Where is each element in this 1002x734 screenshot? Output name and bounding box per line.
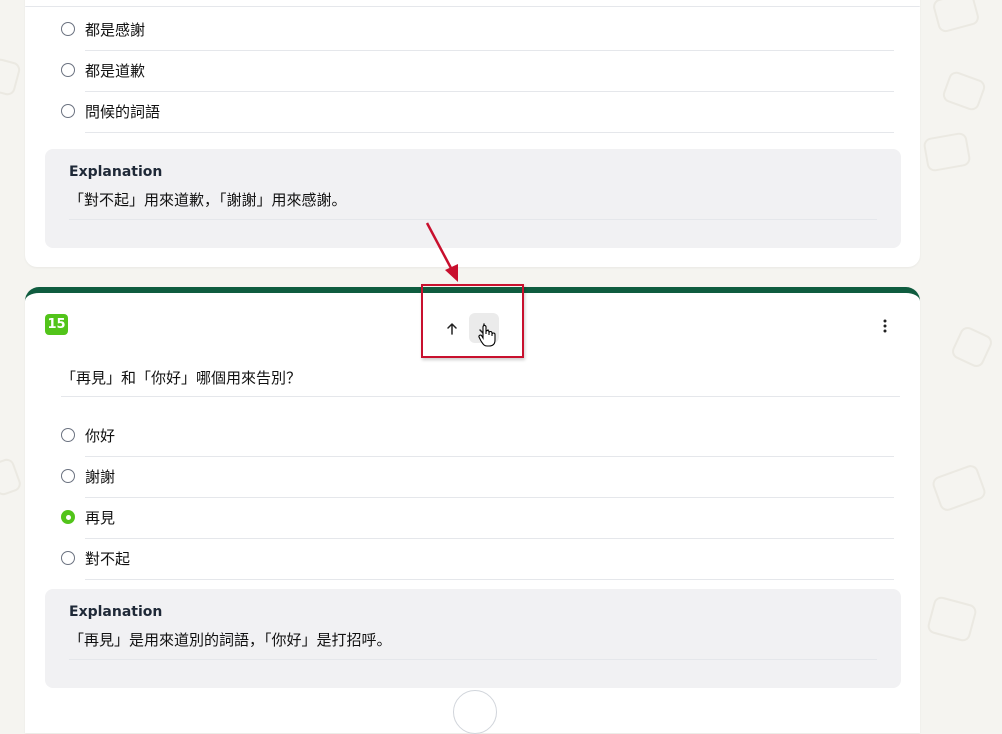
annotation-highlight-box <box>421 284 524 358</box>
background-doodle <box>931 0 981 34</box>
option-label: 你好 <box>85 427 116 445</box>
option-row[interactable]: 都是感謝 <box>61 10 894 51</box>
background-doodle <box>949 324 995 370</box>
radio-button[interactable] <box>61 22 75 36</box>
question-text: 「再見」和「你好」哪個用來告別？ <box>61 369 302 387</box>
divider <box>25 6 920 7</box>
radio-button[interactable] <box>61 104 75 118</box>
hand-cursor-icon <box>478 325 496 347</box>
option-row[interactable]: 謝謝 <box>61 457 894 498</box>
add-question-button[interactable] <box>453 690 497 734</box>
background-doodle <box>0 456 24 498</box>
option-row[interactable]: 你好 <box>61 416 894 457</box>
background-doodle <box>930 462 988 514</box>
option-label: 謝謝 <box>85 468 116 486</box>
background-doodle <box>925 594 979 644</box>
option-label: 對不起 <box>85 550 131 568</box>
previous-question-card: 都是感謝 都是道歉 問候的詞語 Explanation 「對不起」用來道歉，「謝… <box>25 0 920 267</box>
explanation-text: 「再見」是用來道別的詞語，「你好」是打招呼。 <box>69 631 392 649</box>
more-options-button[interactable] <box>875 315 895 341</box>
background-doodle <box>0 56 22 98</box>
option-row[interactable]: 都是道歉 <box>61 51 894 92</box>
option-label: 都是感謝 <box>85 21 146 39</box>
option-row[interactable]: 對不起 <box>61 539 894 580</box>
explanation-box: Explanation 「對不起」用來道歉，「謝謝」用來感謝。 <box>45 149 901 248</box>
option-row[interactable]: 問候的詞語 <box>61 92 894 133</box>
more-vertical-icon <box>883 319 887 333</box>
background-doodle <box>940 69 988 113</box>
explanation-text: 「對不起」用來道歉，「謝謝」用來感謝。 <box>69 191 347 209</box>
radio-button-selected[interactable] <box>61 510 75 524</box>
radio-button[interactable] <box>61 428 75 442</box>
option-label: 都是道歉 <box>85 62 146 80</box>
option-label: 問候的詞語 <box>85 103 161 121</box>
divider <box>61 396 900 397</box>
explanation-title: Explanation <box>69 604 163 620</box>
background-doodle <box>922 131 972 173</box>
explanation-box: Explanation 「再見」是用來道別的詞語，「你好」是打招呼。 <box>45 589 901 688</box>
radio-button[interactable] <box>61 63 75 77</box>
radio-button[interactable] <box>61 551 75 565</box>
option-label: 再見 <box>85 509 116 527</box>
question-number-badge: 15 <box>45 314 68 335</box>
radio-button[interactable] <box>61 469 75 483</box>
option-row[interactable]: 再見 <box>61 498 894 539</box>
explanation-title: Explanation <box>69 164 163 180</box>
